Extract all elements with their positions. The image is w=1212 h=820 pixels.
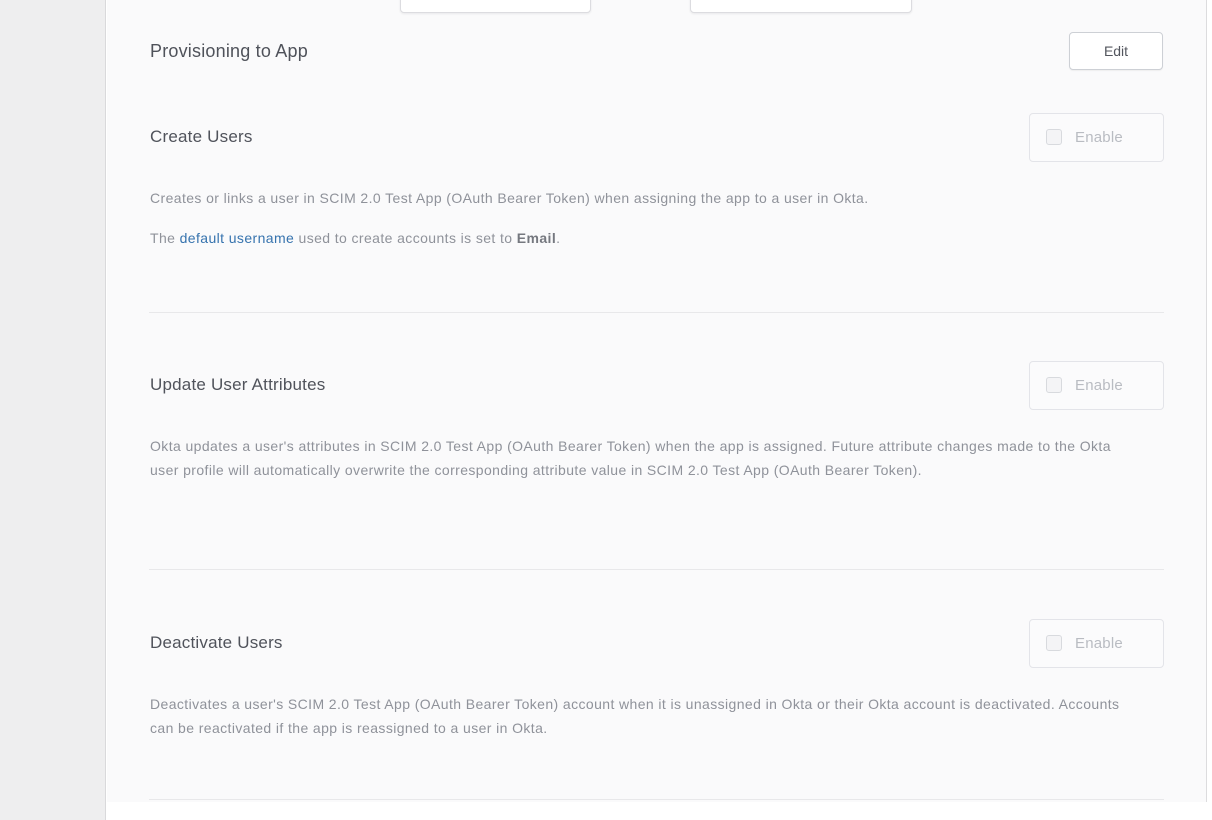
create-users-title: Create Users <box>150 127 253 147</box>
deactivate-users-enable-checkbox[interactable] <box>1046 635 1062 651</box>
note-middle: used to create accounts is set to <box>294 230 517 246</box>
note-suffix: . <box>556 230 560 246</box>
update-attributes-enable-toggle[interactable]: Enable <box>1029 361 1164 410</box>
section-divider <box>149 569 1164 570</box>
enable-label: Enable <box>1075 635 1123 652</box>
deactivate-users-title: Deactivate Users <box>150 633 283 653</box>
section-update-user-attributes: Update User Attributes Enable <box>150 360 1164 410</box>
section-create-users: Create Users Enable <box>150 112 1164 162</box>
edit-button[interactable]: Edit <box>1069 32 1163 70</box>
page-title: Provisioning to App <box>150 41 308 62</box>
create-users-enable-checkbox[interactable] <box>1046 129 1062 145</box>
deactivate-users-description: Deactivates a user's SCIM 2.0 Test App (… <box>150 692 1140 740</box>
default-username-link[interactable]: default username <box>180 230 295 246</box>
update-attributes-title: Update User Attributes <box>150 375 325 395</box>
section-deactivate-users: Deactivate Users Enable <box>150 618 1164 668</box>
enable-label: Enable <box>1075 129 1123 146</box>
create-users-username-note: The default username used to create acco… <box>150 226 560 250</box>
create-users-enable-toggle[interactable]: Enable <box>1029 113 1164 162</box>
note-prefix: The <box>150 230 180 246</box>
provisioning-header: Provisioning to App Edit <box>150 32 1163 70</box>
partial-input-box-2[interactable] <box>690 0 912 13</box>
enable-label: Enable <box>1075 377 1123 394</box>
partial-input-box-1[interactable] <box>400 0 591 13</box>
username-value: Email <box>517 230 556 246</box>
deactivate-users-enable-toggle[interactable]: Enable <box>1029 619 1164 668</box>
left-sidebar <box>0 0 106 820</box>
section-divider <box>149 312 1164 313</box>
section-divider <box>149 799 1164 800</box>
create-users-description: Creates or links a user in SCIM 2.0 Test… <box>150 186 869 210</box>
update-attributes-description: Okta updates a user's attributes in SCIM… <box>150 434 1140 482</box>
main-content: Provisioning to App Edit Create Users En… <box>107 0 1207 802</box>
update-attributes-enable-checkbox[interactable] <box>1046 377 1062 393</box>
